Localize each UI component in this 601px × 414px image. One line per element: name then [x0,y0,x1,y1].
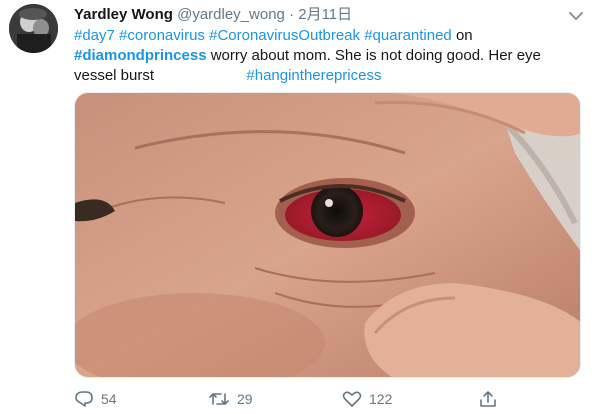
tweet-actions: 54 29 122 [74,388,574,410]
tweet[interactable]: Yardley Wong @yardley_wong · 2月11日 #day7… [0,0,601,414]
hashtag-quarantined[interactable]: #quarantined [364,27,452,44]
share-icon [480,391,496,407]
tweet-photo[interactable] [74,92,581,378]
body-text: worry about mom. She is not doing good. … [210,47,541,64]
retweet-icon [209,393,229,405]
body-text-2: vessel burst [74,67,155,84]
author-name[interactable]: Yardley Wong [74,6,173,23]
hashtag-day7[interactable]: #day7 [74,27,115,44]
reply-icon [75,391,93,407]
like-button[interactable]: 122 [342,388,392,410]
hashtag-coronavirus[interactable]: #coronavirus [119,27,205,44]
hashtag-diamondprincess[interactable]: #diamondprincess [74,47,207,64]
avatar[interactable] [9,4,58,53]
share-button[interactable] [478,388,505,410]
reply-button[interactable]: 54 [74,388,117,410]
retweet-button[interactable]: 29 [208,388,253,410]
tweet-header: Yardley Wong @yardley_wong · 2月11日 [74,6,352,24]
separator: · [289,6,295,23]
heart-icon [342,391,362,407]
author-handle[interactable]: @yardley_wong [177,6,285,23]
tweet-text: #day7 #coronavirus #CoronavirusOutbreak … [74,26,574,86]
tweet-date[interactable]: 2月11日 [298,6,352,23]
retweet-count: 29 [237,391,253,407]
hashtag-hangintherepricess[interactable]: #hangintherepricess [246,67,381,84]
tweet-line-2: #diamondprincess worry about mom. She is… [74,46,574,66]
hashtag-coronavirus-outbreak[interactable]: #CoronavirusOutbreak [209,27,360,44]
like-count: 122 [369,391,393,407]
reply-count: 54 [101,391,117,407]
word-on: on [455,27,473,44]
tweet-line-3: vessel burst #hangintherepricess [74,66,574,86]
chevron-down-icon[interactable] [566,8,586,24]
tweet-line-1: #day7 #coronavirus #CoronavirusOutbreak … [74,26,574,46]
